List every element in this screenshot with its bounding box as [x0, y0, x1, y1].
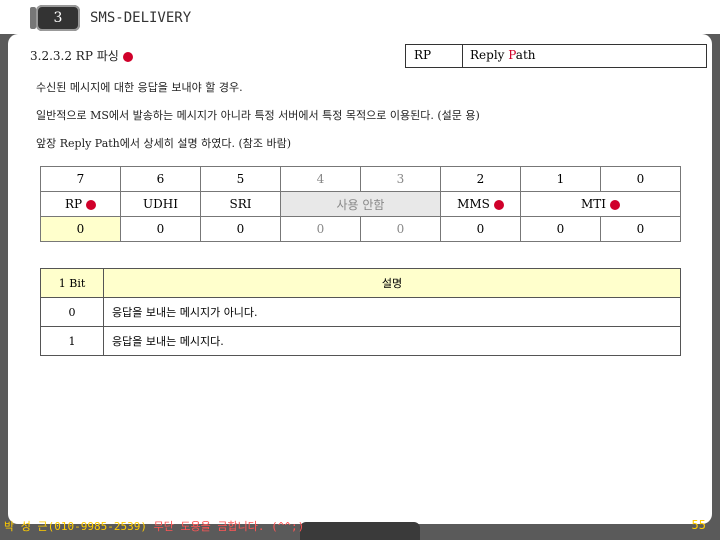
value-bit-2: 0: [440, 216, 521, 242]
row-desc: 응답을 보내는 메시지다.: [103, 326, 681, 356]
text-line-2: 일반적으로 MS에서 발송하는 메시지가 아니라 특정 서버에서 특정 목적으로…: [36, 109, 480, 122]
section-title: 3.2.3.2 RP 파싱: [30, 47, 133, 64]
document-title: SMS-DELIVERY: [90, 10, 192, 26]
field-mms: MMS: [440, 191, 521, 217]
content-panel: 3.2.3.2 RP 파싱 RP Reply Path 수신된 메시지에 대한 …: [8, 34, 712, 524]
bit-4: 4: [280, 166, 361, 192]
chapter-badge: 3: [36, 5, 80, 31]
field-rp-label: RP: [64, 197, 83, 211]
bit-field-row: RP UDHI SRI 사용 안함 MMS MTI: [40, 191, 681, 217]
value-bit-4: 0: [280, 216, 361, 242]
field-mti: MTI: [520, 191, 681, 217]
rp-value: Reply Path: [470, 48, 536, 62]
row-desc: 응답을 보내는 메시지가 아니다.: [103, 297, 681, 327]
table-row: 1 응답을 보내는 메시지다.: [40, 326, 681, 356]
field-mti-label: MTI: [580, 197, 607, 211]
red-dot-icon: [493, 199, 504, 210]
footer-credit: 박 성 근(010-9985-2539) 무단 도용을 금합니다. (^^;): [4, 518, 304, 534]
footer-warning: 무단 도용을 금합니다. (^^;): [146, 520, 305, 533]
slide-frame: 3 SMS-DELIVERY 3.2.3.2 RP 파싱 RP Reply Pa…: [0, 0, 720, 540]
bottom-tab: [300, 522, 420, 540]
value-bit-3: 0: [360, 216, 441, 242]
field-udhi: UDHI: [120, 191, 201, 217]
row-bit: 1: [40, 326, 104, 356]
value-bit-7: 0: [40, 216, 121, 242]
bit-5: 5: [200, 166, 281, 192]
description-header-row: 1 Bit 설명: [40, 268, 681, 298]
section-title-text: 3.2.3.2 RP 파싱: [30, 49, 119, 63]
row-bit: 0: [40, 297, 104, 327]
table-row: 0 응답을 보내는 메시지가 아니다.: [40, 297, 681, 327]
bit-number-row: 7 6 5 4 3 2 1 0: [40, 166, 681, 192]
value-bit-5: 0: [200, 216, 281, 242]
field-sri: SRI: [200, 191, 281, 217]
red-dot-icon: [122, 51, 133, 62]
bit-3: 3: [360, 166, 441, 192]
bit-7: 7: [40, 166, 121, 192]
bit-field-table: 7 6 5 4 3 2 1 0 RP UDHI SRI 사용 안함 MMS MT…: [40, 166, 681, 242]
bit-2: 2: [440, 166, 521, 192]
red-dot-icon: [86, 199, 97, 210]
rp-definition-box: RP Reply Path: [405, 44, 707, 68]
rp-key: RP: [414, 48, 432, 62]
rp-box-divider: [462, 45, 463, 67]
rp-value-highlight: P: [508, 48, 516, 62]
rp-value-suffix: ath: [515, 48, 536, 62]
bit-1: 1: [520, 166, 601, 192]
header-desc: 설명: [103, 268, 681, 298]
field-unused: 사용 안함: [280, 191, 441, 217]
bit-6: 6: [120, 166, 201, 192]
description-table: 1 Bit 설명 0 응답을 보내는 메시지가 아니다. 1 응답을 보내는 메…: [40, 268, 681, 356]
text-line-3: 앞장 Reply Path에서 상세히 설명 하였다. (참조 바람): [36, 137, 292, 150]
page-number: 55: [691, 518, 706, 532]
value-bit-1: 0: [520, 216, 601, 242]
value-bit-0: 0: [600, 216, 681, 242]
value-bit-6: 0: [120, 216, 201, 242]
red-dot-icon: [610, 199, 621, 210]
bit-value-row: 0 0 0 0 0 0 0 0: [40, 216, 681, 242]
bit-0: 0: [600, 166, 681, 192]
footer-author: 박 성 근(010-9985-2539): [4, 520, 147, 533]
field-mms-label: MMS: [457, 197, 490, 211]
text-line-1: 수신된 메시지에 대한 응답을 보내야 할 경우.: [36, 81, 243, 94]
rp-value-prefix: Reply: [470, 48, 509, 62]
field-rp: RP: [40, 191, 121, 217]
header-bit: 1 Bit: [40, 268, 104, 298]
